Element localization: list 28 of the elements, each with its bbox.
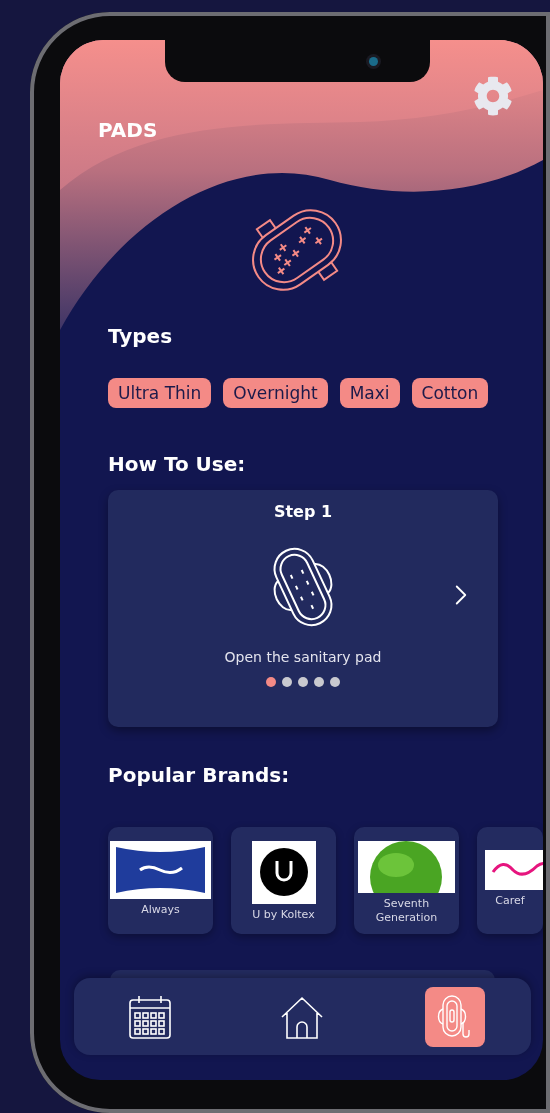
- section-heading: How To Use:: [107, 452, 247, 476]
- page-dot[interactable]: [330, 677, 340, 687]
- type-chip[interactable]: Cotton: [411, 378, 489, 408]
- page-dot[interactable]: [298, 677, 308, 687]
- page-title: PADS: [98, 118, 158, 142]
- page-dot[interactable]: [266, 677, 276, 687]
- section-heading: Types: [107, 324, 174, 348]
- brand-card[interactable]: Caref: [477, 827, 543, 934]
- calendar-icon: [128, 993, 173, 1040]
- brand-logo: [251, 841, 316, 904]
- brand-card[interactable]: Always: [108, 827, 213, 934]
- brand-card[interactable]: Seventh Generation: [354, 827, 459, 934]
- type-chip[interactable]: Overnight: [223, 378, 328, 408]
- step-title: Step 1: [273, 502, 333, 521]
- camera-icon: [369, 56, 378, 66]
- type-chip[interactable]: Ultra Thin: [108, 378, 212, 408]
- page-dot[interactable]: [282, 677, 292, 687]
- type-chip[interactable]: Maxi: [339, 378, 400, 408]
- step-caption: Open the sanitary pad: [224, 649, 382, 665]
- nav-button[interactable]: [424, 986, 485, 1047]
- brand-name: Always: [141, 903, 180, 917]
- brand-logo: [485, 850, 543, 890]
- section-heading: Popular Brands:: [107, 763, 291, 787]
- brand-name: U by Koltex: [252, 908, 315, 922]
- page-dot[interactable]: [314, 677, 324, 687]
- brand-name: Seventh Generation: [374, 897, 439, 925]
- brand-name: Caref: [495, 894, 525, 908]
- brand-card[interactable]: U by Koltex: [231, 827, 336, 934]
